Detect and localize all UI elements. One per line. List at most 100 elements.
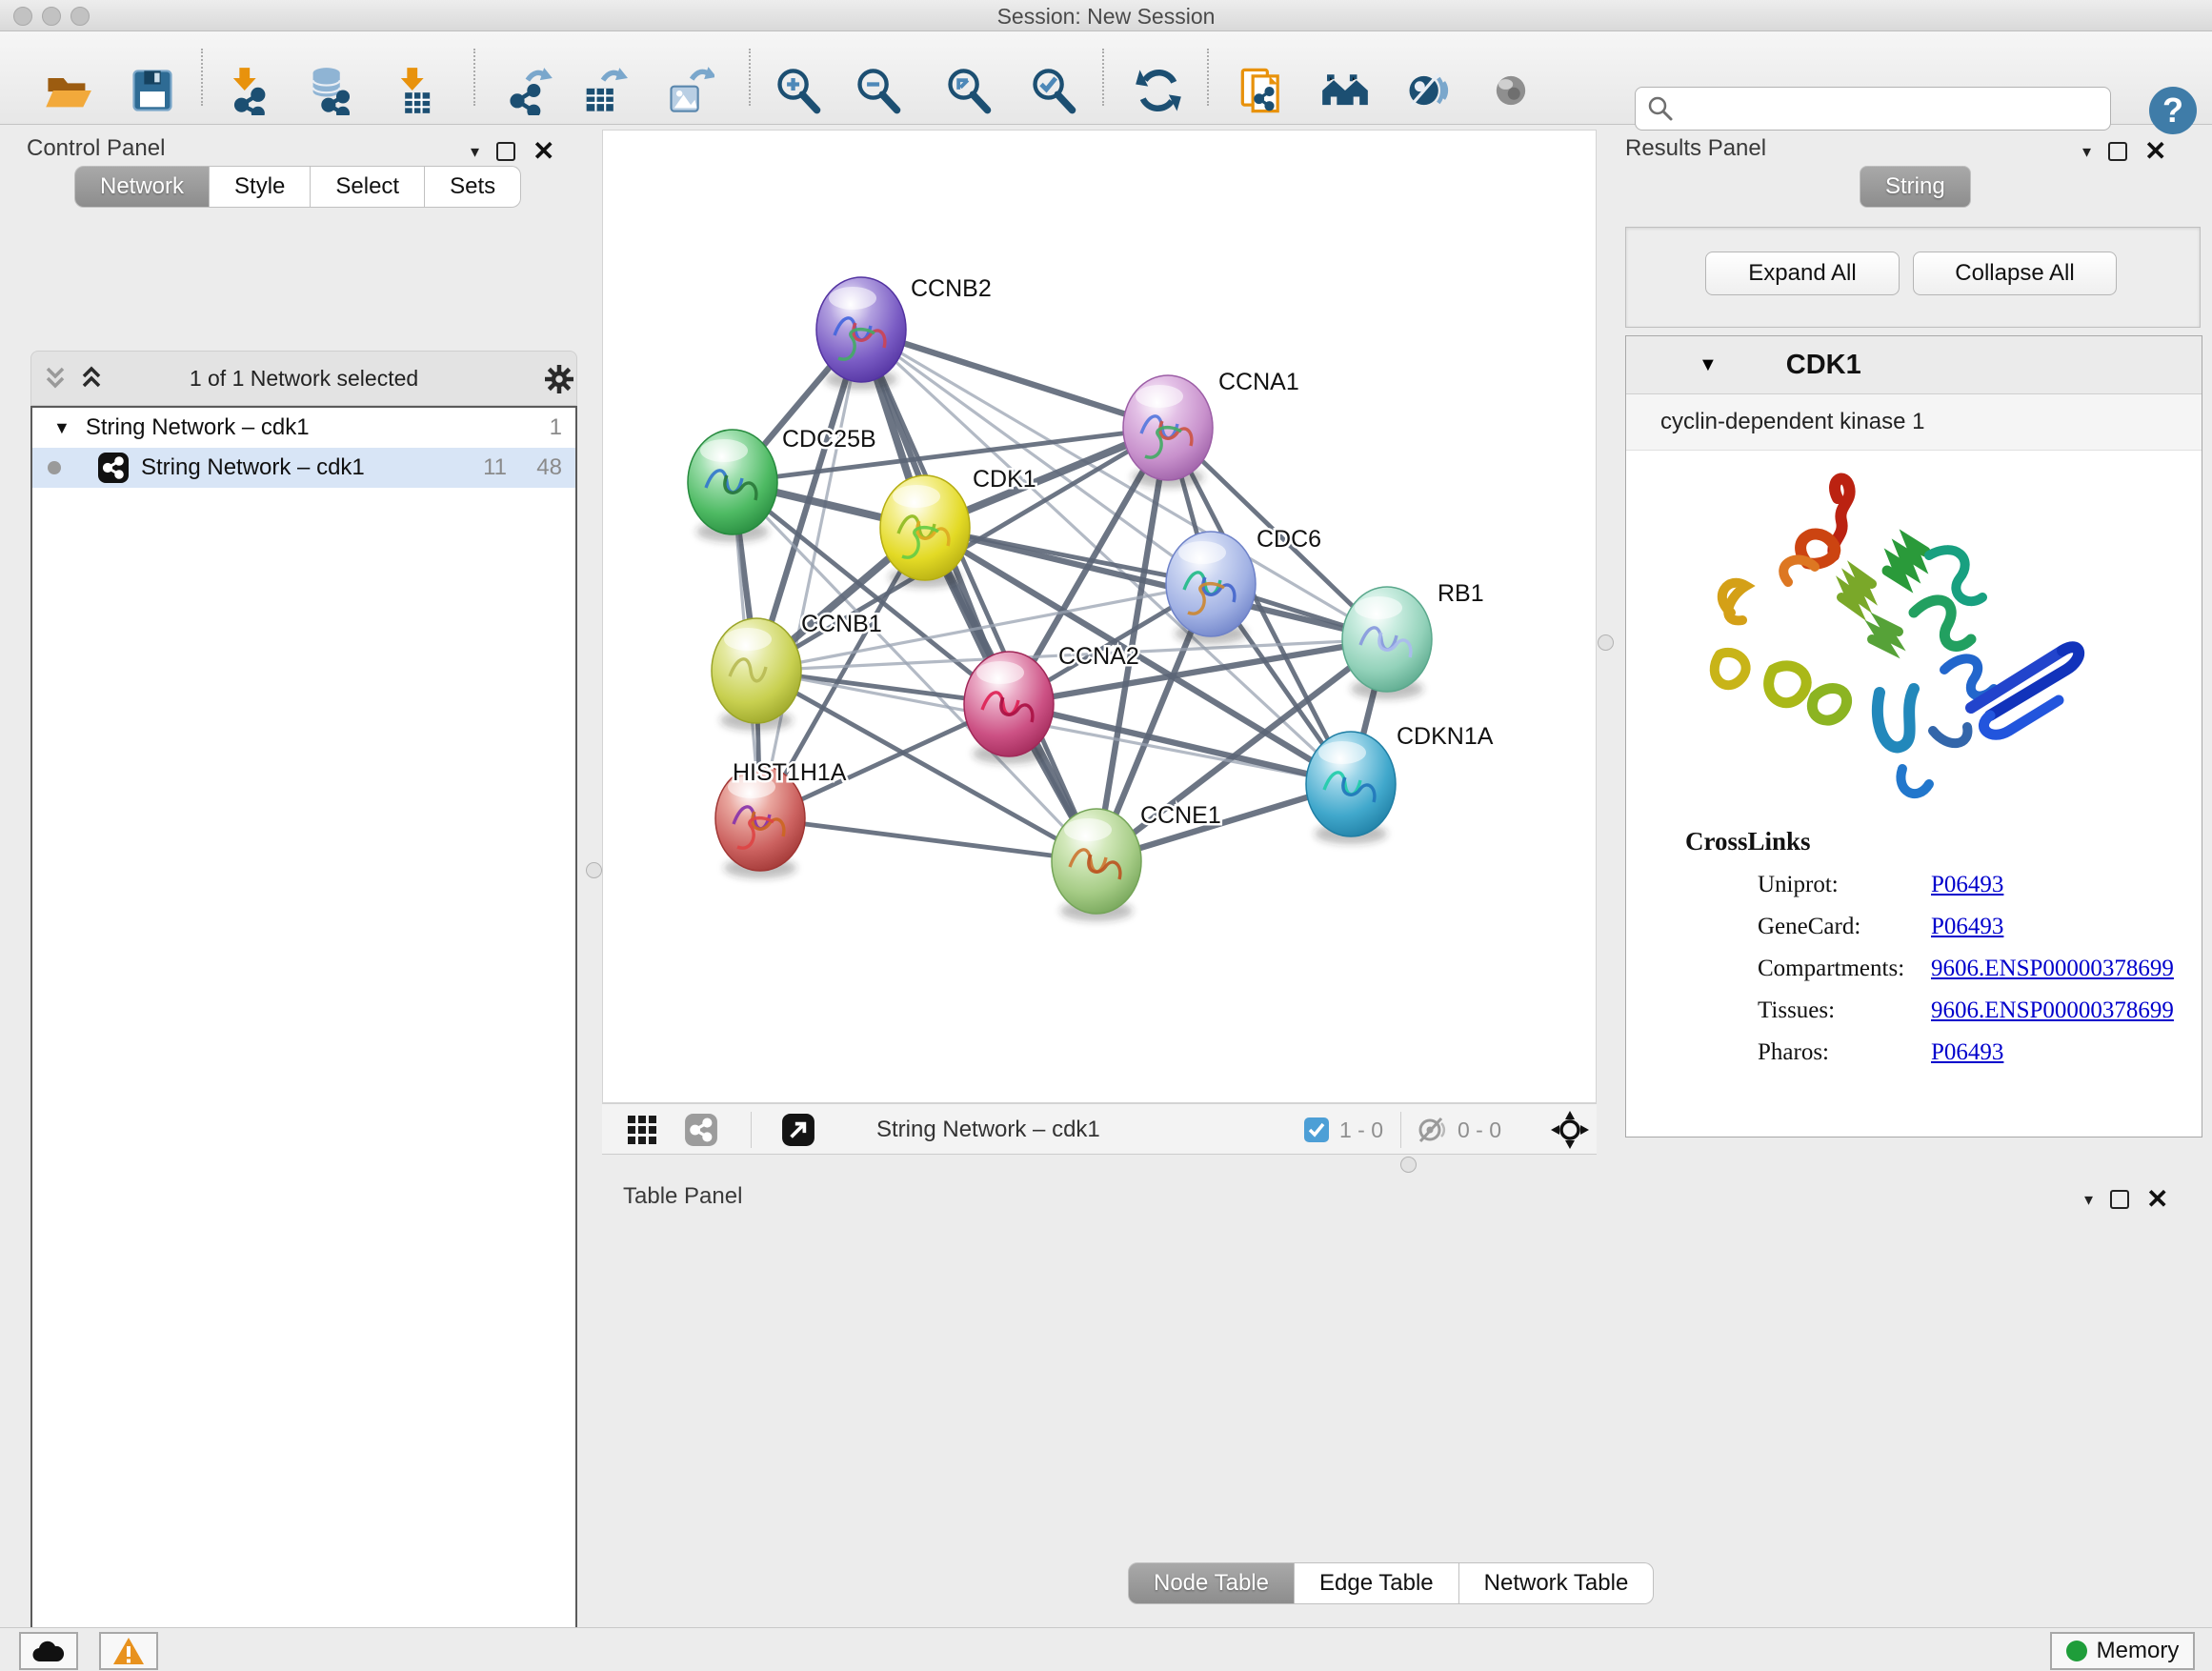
string-network-grey-icon[interactable] <box>684 1113 718 1147</box>
network-edge-CCNA2-CDKN1A[interactable] <box>1009 704 1351 784</box>
network-node-HIST1H1A[interactable]: HIST1H1A <box>715 759 847 878</box>
import-network-database-icon[interactable] <box>306 66 355 115</box>
tab-node-table[interactable]: Node Table <box>1128 1562 1295 1604</box>
network-node-CDC6[interactable]: CDC6 <box>1166 526 1321 644</box>
network-tree: ▼ String Network – cdk1 1 String Network… <box>30 406 577 1671</box>
node-count: 11 <box>483 454 507 481</box>
main-toolbar: ? <box>0 31 2212 125</box>
panel-float-icon[interactable] <box>2110 1190 2129 1209</box>
selected-counts: 1 - 0 <box>1339 1117 1383 1143</box>
network-node-CCNE1[interactable]: CCNE1 <box>1052 802 1221 921</box>
clone-network-icon[interactable] <box>1238 66 1288 115</box>
table-panel-title: Table Panel <box>623 1183 742 1210</box>
warning-icon <box>112 1637 145 1665</box>
network-collection-row[interactable]: ▼ String Network – cdk1 1 <box>32 408 575 448</box>
results-content: ▼ CDK1 cyclin-dependent kinase 1 <box>1625 335 2202 1137</box>
memory-status-dot <box>2066 1641 2087 1661</box>
crosslinks-title: CrossLinks <box>1685 827 2202 856</box>
open-folder-icon[interactable] <box>43 66 92 115</box>
node-label-RB1: RB1 <box>1438 580 1484 607</box>
network-edge-CCNB2-CCNA1[interactable] <box>861 330 1168 428</box>
network-edge-CCNB2-CCNE1[interactable] <box>861 330 1096 861</box>
panel-menu-icon[interactable]: ▾ <box>471 142 479 162</box>
expand-all-button[interactable]: Expand All <box>1705 252 1900 295</box>
network-node-RB1[interactable]: RB1 <box>1342 580 1484 699</box>
search-box[interactable] <box>1635 87 2111 131</box>
tab-edge-table[interactable]: Edge Table <box>1295 1562 1459 1604</box>
memory-button[interactable]: Memory <box>2050 1632 2195 1670</box>
network-node-CDKN1A[interactable]: CDKN1A <box>1306 723 1494 844</box>
panel-splitter-handle[interactable] <box>586 862 602 878</box>
zoom-out-icon[interactable] <box>854 66 903 115</box>
crosslink-label: GeneCard: <box>1758 914 1931 940</box>
tab-network[interactable]: Network <box>74 166 210 208</box>
crosslink-genecard[interactable]: P06493 <box>1931 914 2003 940</box>
network-node-CCNB1[interactable]: CCNB1 <box>712 611 882 731</box>
crosslink-label: Uniprot: <box>1758 872 1931 898</box>
tree-expander-icon[interactable]: ▼ <box>53 418 70 438</box>
network-status-dot <box>48 461 61 474</box>
tab-network-table[interactable]: Network Table <box>1459 1562 1655 1604</box>
network-node-CCNB2[interactable]: CCNB2 <box>816 275 992 390</box>
results-panel-title: Results Panel <box>1625 135 1766 162</box>
gene-section-header[interactable]: ▼ CDK1 <box>1626 336 2202 394</box>
import-table-icon[interactable] <box>391 66 440 115</box>
horizontal-splitter[interactable] <box>602 1155 2206 1174</box>
search-input[interactable] <box>1674 95 2078 122</box>
crosslink-tissues[interactable]: 9606.ENSP00000378699 <box>1931 997 2174 1024</box>
export-network-icon[interactable] <box>505 66 554 115</box>
crosslink-pharos[interactable]: P06493 <box>1931 1039 2003 1066</box>
panel-close-icon[interactable]: ✕ <box>2146 1189 2168 1210</box>
crosslink-compartments[interactable]: 9606.ENSP00000378699 <box>1931 956 2174 982</box>
tab-sets[interactable]: Sets <box>425 166 521 208</box>
eye-icon[interactable] <box>1486 66 1536 115</box>
collapse-all-button[interactable]: Collapse All <box>1913 252 2117 295</box>
external-view-icon[interactable] <box>781 1113 815 1147</box>
node-label-HIST1H1A: HIST1H1A <box>733 759 847 786</box>
export-table-icon[interactable] <box>578 66 628 115</box>
two-houses-icon[interactable] <box>1320 66 1370 115</box>
panel-close-icon[interactable]: ✕ <box>533 141 554 162</box>
network-row-label: String Network – cdk1 <box>141 454 365 481</box>
tab-select[interactable]: Select <box>311 166 425 208</box>
node-label-CDC6: CDC6 <box>1257 526 1321 553</box>
help-button[interactable]: ? <box>2149 87 2197 134</box>
crosslink-label: Compartments: <box>1758 956 1931 982</box>
warning-button[interactable] <box>99 1632 158 1670</box>
export-image-icon[interactable] <box>665 66 714 115</box>
refresh-icon[interactable] <box>1134 66 1183 115</box>
save-session-icon[interactable] <box>128 66 177 115</box>
crosslink-label: Pharos: <box>1758 1039 1931 1066</box>
grid-view-icon[interactable] <box>627 1115 657 1145</box>
tab-string[interactable]: String <box>1860 166 1971 208</box>
panel-float-icon[interactable] <box>496 142 515 161</box>
node-label-CDKN1A: CDKN1A <box>1397 723 1494 750</box>
network-row-selected[interactable]: String Network – cdk1 11 48 <box>32 448 575 488</box>
network-edge-HIST1H1A-CCNE1[interactable] <box>760 818 1096 861</box>
crosslinks-list: Uniprot:P06493GeneCard:P06493Compartment… <box>1685 872 2202 1066</box>
node-label-CDK1: CDK1 <box>973 466 1036 493</box>
search-icon <box>1647 95 1674 122</box>
import-network-icon[interactable] <box>223 66 272 115</box>
crosslink-uniprot[interactable]: P06493 <box>1931 872 2003 898</box>
control-panel: Control Panel ▾ ✕ Network Style Select S… <box>6 130 589 1604</box>
eye-wave-icon[interactable] <box>1403 66 1453 115</box>
selection-count-label: 1 of 1 Network selected <box>31 366 576 392</box>
tab-style[interactable]: Style <box>210 166 311 208</box>
node-label-CCNB1: CCNB1 <box>801 611 882 637</box>
section-collapse-icon[interactable]: ▼ <box>1699 354 1718 376</box>
node-label-CCNA1: CCNA1 <box>1218 369 1299 395</box>
gear-icon[interactable] <box>542 362 576 396</box>
network-canvas[interactable]: CCNB2CCNA1CDC25BCDK1CDC6RB1CCNB1CCNA2CDK… <box>602 130 1597 1103</box>
zoom-selected-icon[interactable] <box>1029 66 1078 115</box>
panel-menu-icon[interactable]: ▾ <box>2084 1190 2093 1210</box>
zoom-in-icon[interactable] <box>774 66 823 115</box>
zoom-fit-icon[interactable] <box>944 66 994 115</box>
selected-checkbox-icon[interactable] <box>1303 1117 1330 1143</box>
birdseye-crosshair-icon[interactable] <box>1551 1111 1589 1149</box>
panel-close-icon[interactable]: ✕ <box>2144 141 2166 162</box>
cloud-button[interactable] <box>19 1632 78 1670</box>
panel-float-icon[interactable] <box>2108 142 2127 161</box>
crosslink-label: Tissues: <box>1758 997 1931 1024</box>
panel-menu-icon[interactable]: ▾ <box>2082 142 2091 162</box>
